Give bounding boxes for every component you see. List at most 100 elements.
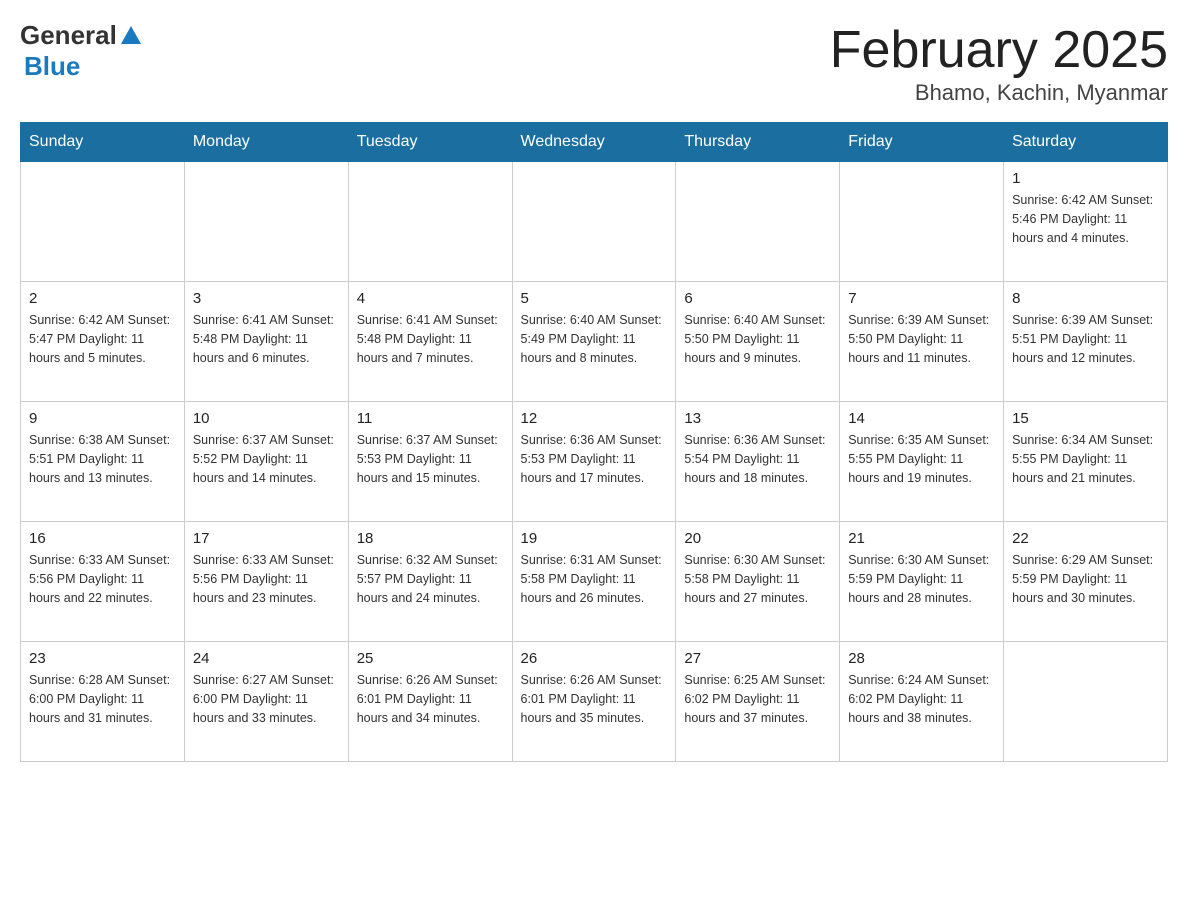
calendar-table: SundayMondayTuesdayWednesdayThursdayFrid… — [20, 122, 1168, 762]
day-cell: 27 Sunrise: 6:25 AM Sunset: 6:02 PM Dayli… — [676, 642, 840, 762]
day-cell — [21, 162, 185, 282]
day-cell: 28 Sunrise: 6:24 AM Sunset: 6:02 PM Dayli… — [840, 642, 1004, 762]
day-number: 3 — [193, 290, 340, 307]
day-number: 18 — [357, 530, 504, 547]
day-number: 4 — [357, 290, 504, 307]
day-info: Sunrise: 6:26 AM Sunset: 6:01 PM Dayligh… — [357, 671, 504, 727]
week-row-4: 16 Sunrise: 6:33 AM Sunset: 5:56 PM Dayli… — [21, 522, 1168, 642]
day-number: 16 — [29, 530, 176, 547]
day-header-wednesday: Wednesday — [512, 123, 676, 162]
week-row-1: 1 Sunrise: 6:42 AM Sunset: 5:46 PM Daylig… — [21, 162, 1168, 282]
day-info: Sunrise: 6:36 AM Sunset: 5:54 PM Dayligh… — [684, 431, 831, 487]
day-header-monday: Monday — [184, 123, 348, 162]
day-cell — [1004, 642, 1168, 762]
day-number: 21 — [848, 530, 995, 547]
day-info: Sunrise: 6:33 AM Sunset: 5:56 PM Dayligh… — [29, 551, 176, 607]
day-cell: 26 Sunrise: 6:26 AM Sunset: 6:01 PM Dayli… — [512, 642, 676, 762]
day-number: 1 — [1012, 170, 1159, 187]
day-cell: 4 Sunrise: 6:41 AM Sunset: 5:48 PM Daylig… — [348, 282, 512, 402]
week-row-2: 2 Sunrise: 6:42 AM Sunset: 5:47 PM Daylig… — [21, 282, 1168, 402]
day-info: Sunrise: 6:36 AM Sunset: 5:53 PM Dayligh… — [521, 431, 668, 487]
day-info: Sunrise: 6:29 AM Sunset: 5:59 PM Dayligh… — [1012, 551, 1159, 607]
day-header-saturday: Saturday — [1004, 123, 1168, 162]
day-cell: 8 Sunrise: 6:39 AM Sunset: 5:51 PM Daylig… — [1004, 282, 1168, 402]
page-header: General Blue February 2025 Bhamo, Kachin… — [20, 20, 1168, 106]
day-cell: 13 Sunrise: 6:36 AM Sunset: 5:54 PM Dayli… — [676, 402, 840, 522]
day-cell: 16 Sunrise: 6:33 AM Sunset: 5:56 PM Dayli… — [21, 522, 185, 642]
day-cell — [676, 162, 840, 282]
day-cell: 15 Sunrise: 6:34 AM Sunset: 5:55 PM Dayli… — [1004, 402, 1168, 522]
day-number: 24 — [193, 650, 340, 667]
day-header-friday: Friday — [840, 123, 1004, 162]
day-cell: 14 Sunrise: 6:35 AM Sunset: 5:55 PM Dayli… — [840, 402, 1004, 522]
day-number: 22 — [1012, 530, 1159, 547]
day-info: Sunrise: 6:32 AM Sunset: 5:57 PM Dayligh… — [357, 551, 504, 607]
day-number: 23 — [29, 650, 176, 667]
day-number: 17 — [193, 530, 340, 547]
day-number: 9 — [29, 410, 176, 427]
day-cell: 23 Sunrise: 6:28 AM Sunset: 6:00 PM Dayli… — [21, 642, 185, 762]
day-number: 20 — [684, 530, 831, 547]
title-section: February 2025 Bhamo, Kachin, Myanmar — [830, 20, 1168, 106]
day-cell: 24 Sunrise: 6:27 AM Sunset: 6:00 PM Dayli… — [184, 642, 348, 762]
day-cell: 9 Sunrise: 6:38 AM Sunset: 5:51 PM Daylig… — [21, 402, 185, 522]
day-number: 10 — [193, 410, 340, 427]
day-cell: 17 Sunrise: 6:33 AM Sunset: 5:56 PM Dayli… — [184, 522, 348, 642]
day-info: Sunrise: 6:35 AM Sunset: 5:55 PM Dayligh… — [848, 431, 995, 487]
day-number: 15 — [1012, 410, 1159, 427]
day-number: 8 — [1012, 290, 1159, 307]
day-cell — [348, 162, 512, 282]
day-number: 2 — [29, 290, 176, 307]
day-number: 12 — [521, 410, 668, 427]
day-info: Sunrise: 6:34 AM Sunset: 5:55 PM Dayligh… — [1012, 431, 1159, 487]
day-info: Sunrise: 6:39 AM Sunset: 5:51 PM Dayligh… — [1012, 311, 1159, 367]
day-number: 7 — [848, 290, 995, 307]
day-number: 6 — [684, 290, 831, 307]
day-info: Sunrise: 6:41 AM Sunset: 5:48 PM Dayligh… — [357, 311, 504, 367]
day-info: Sunrise: 6:41 AM Sunset: 5:48 PM Dayligh… — [193, 311, 340, 367]
day-info: Sunrise: 6:30 AM Sunset: 5:59 PM Dayligh… — [848, 551, 995, 607]
day-info: Sunrise: 6:37 AM Sunset: 5:53 PM Dayligh… — [357, 431, 504, 487]
day-info: Sunrise: 6:39 AM Sunset: 5:50 PM Dayligh… — [848, 311, 995, 367]
day-cell: 12 Sunrise: 6:36 AM Sunset: 5:53 PM Dayli… — [512, 402, 676, 522]
day-info: Sunrise: 6:37 AM Sunset: 5:52 PM Dayligh… — [193, 431, 340, 487]
day-info: Sunrise: 6:25 AM Sunset: 6:02 PM Dayligh… — [684, 671, 831, 727]
day-info: Sunrise: 6:42 AM Sunset: 5:46 PM Dayligh… — [1012, 191, 1159, 247]
day-header-tuesday: Tuesday — [348, 123, 512, 162]
day-cell: 6Sunrise: 6:40 AM Sunset: 5:50 PM Daylig… — [676, 282, 840, 402]
day-cell: 25 Sunrise: 6:26 AM Sunset: 6:01 PM Dayli… — [348, 642, 512, 762]
logo: General Blue — [20, 20, 141, 82]
day-info: Sunrise: 6:30 AM Sunset: 5:58 PM Dayligh… — [684, 551, 831, 607]
logo-blue-text: Blue — [24, 51, 80, 82]
day-info: Sunrise: 6:26 AM Sunset: 6:01 PM Dayligh… — [521, 671, 668, 727]
day-number: 13 — [684, 410, 831, 427]
day-info: Sunrise: 6:42 AM Sunset: 5:47 PM Dayligh… — [29, 311, 176, 367]
day-info: Sunrise: 6:31 AM Sunset: 5:58 PM Dayligh… — [521, 551, 668, 607]
week-row-3: 9 Sunrise: 6:38 AM Sunset: 5:51 PM Daylig… — [21, 402, 1168, 522]
day-cell — [512, 162, 676, 282]
day-cell: 7 Sunrise: 6:39 AM Sunset: 5:50 PM Daylig… — [840, 282, 1004, 402]
day-info: Sunrise: 6:27 AM Sunset: 6:00 PM Dayligh… — [193, 671, 340, 727]
day-cell: 20 Sunrise: 6:30 AM Sunset: 5:58 PM Dayli… — [676, 522, 840, 642]
logo-general-text: General — [20, 20, 117, 51]
day-number: 5 — [521, 290, 668, 307]
page-title: February 2025 — [830, 20, 1168, 80]
day-info: Sunrise: 6:24 AM Sunset: 6:02 PM Dayligh… — [848, 671, 995, 727]
day-info: Sunrise: 6:40 AM Sunset: 5:49 PM Dayligh… — [521, 311, 668, 367]
day-number: 25 — [357, 650, 504, 667]
day-cell: 1 Sunrise: 6:42 AM Sunset: 5:46 PM Daylig… — [1004, 162, 1168, 282]
page-subtitle: Bhamo, Kachin, Myanmar — [830, 80, 1168, 106]
day-number: 28 — [848, 650, 995, 667]
day-info: Sunrise: 6:28 AM Sunset: 6:00 PM Dayligh… — [29, 671, 176, 727]
day-cell — [840, 162, 1004, 282]
day-number: 27 — [684, 650, 831, 667]
day-cell: 11Sunrise: 6:37 AM Sunset: 5:53 PM Dayli… — [348, 402, 512, 522]
day-number: 26 — [521, 650, 668, 667]
day-number: 14 — [848, 410, 995, 427]
day-cell: 21 Sunrise: 6:30 AM Sunset: 5:59 PM Dayli… — [840, 522, 1004, 642]
day-info: Sunrise: 6:38 AM Sunset: 5:51 PM Dayligh… — [29, 431, 176, 487]
day-info: Sunrise: 6:33 AM Sunset: 5:56 PM Dayligh… — [193, 551, 340, 607]
calendar-header-row: SundayMondayTuesdayWednesdayThursdayFrid… — [21, 123, 1168, 162]
day-cell: 3 Sunrise: 6:41 AM Sunset: 5:48 PM Daylig… — [184, 282, 348, 402]
day-cell — [184, 162, 348, 282]
